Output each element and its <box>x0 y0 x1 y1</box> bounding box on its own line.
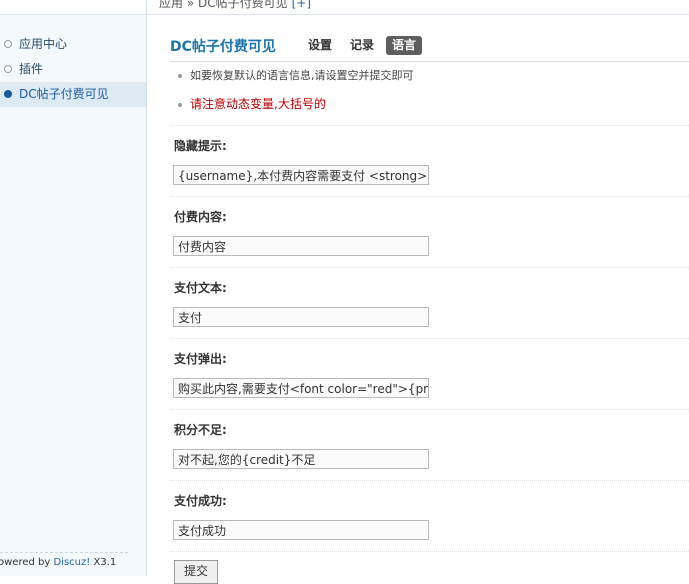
pay-popup-input[interactable]: 购买此内容,需要支付<font color="red">{pr <box>173 378 429 398</box>
tip-dynamic-variable: 请注意动态变量,大括号的 <box>178 95 326 112</box>
bullet-icon <box>4 65 12 73</box>
row-divider <box>170 267 689 268</box>
field-label-hidden-tip: 隐藏提示: <box>174 139 227 153</box>
sidebar-item-label: DC帖子付费可见 <box>19 87 109 101</box>
field-label-pay-text: 支付文本: <box>174 281 227 295</box>
header-divider <box>170 61 689 62</box>
page-title: DC帖子付费可见 <box>170 39 276 55</box>
field-label-insufficient-credit: 积分不足: <box>174 423 227 437</box>
pay-text-input[interactable]: 支付 <box>173 307 429 327</box>
pay-success-input[interactable]: 支付成功 <box>173 520 429 540</box>
sidebar-item-label: 插件 <box>19 62 44 76</box>
bullet-icon <box>178 102 182 107</box>
sidebar-item-plugins[interactable]: 插件 <box>0 57 146 82</box>
tab-language[interactable]: 语言 <box>386 36 423 55</box>
bullet-icon <box>4 90 12 98</box>
powered-brand-link[interactable]: Discuz! <box>53 557 90 568</box>
row-divider <box>170 409 689 410</box>
powered-version: X3.1 <box>93 557 117 568</box>
tab-bar: 设置 记录 语言 <box>302 36 423 55</box>
sidebar-item-dc-paid-view[interactable]: DC帖子付费可见 <box>0 82 146 107</box>
bullet-icon <box>4 40 12 48</box>
bullet-icon <box>178 74 182 78</box>
tab-settings[interactable]: 设置 <box>302 36 338 55</box>
breadcrumb-text[interactable]: 应用 » DC帖子付费可见 <box>159 0 288 10</box>
row-divider <box>170 551 689 552</box>
row-divider <box>170 125 689 126</box>
sidebar-item-label: 应用中心 <box>19 37 68 51</box>
sidebar-topbar <box>0 0 146 15</box>
sidebar-item-app-center[interactable]: 应用中心 <box>0 32 146 57</box>
row-divider <box>170 480 689 481</box>
tab-records[interactable]: 记录 <box>344 36 380 55</box>
row-divider <box>170 338 689 339</box>
sidebar-menu: 应用中心 插件 DC帖子付费可见 <box>0 32 146 107</box>
tip-text: 请注意动态变量,大括号的 <box>190 97 326 111</box>
tip-text: 如要恢复默认的语言信息,请设置空并提交即可 <box>190 69 414 82</box>
field-label-paid-content: 付费内容: <box>174 210 227 224</box>
row-divider <box>170 196 689 197</box>
add-shortcut-link[interactable]: [+] <box>292 0 311 10</box>
breadcrumb-bar: 应用 » DC帖子付费可见 [+] <box>147 0 689 15</box>
insufficient-credit-input[interactable]: 对不起,您的{credit}不足 <box>173 449 429 469</box>
breadcrumb: 应用 » DC帖子付费可见 [+] <box>159 0 311 11</box>
tip-restore-default: 如要恢复默认的语言信息,请设置空并提交即可 <box>178 67 414 83</box>
submit-button[interactable]: 提交 <box>174 560 218 584</box>
field-label-pay-popup: 支付弹出: <box>174 352 227 366</box>
sidebar-divider <box>0 552 128 553</box>
powered-by: owered by Discuz! X3.1 <box>0 557 116 568</box>
field-label-pay-success: 支付成功: <box>174 494 227 508</box>
sidebar: 应用中心 插件 DC帖子付费可见 owered by Discuz! X3.1 <box>0 0 147 576</box>
powered-prefix: owered by <box>0 557 51 568</box>
paid-content-input[interactable]: 付费内容 <box>173 236 429 256</box>
hidden-tip-input[interactable]: {username},本付费内容需要支付 <strong> <box>173 165 429 185</box>
